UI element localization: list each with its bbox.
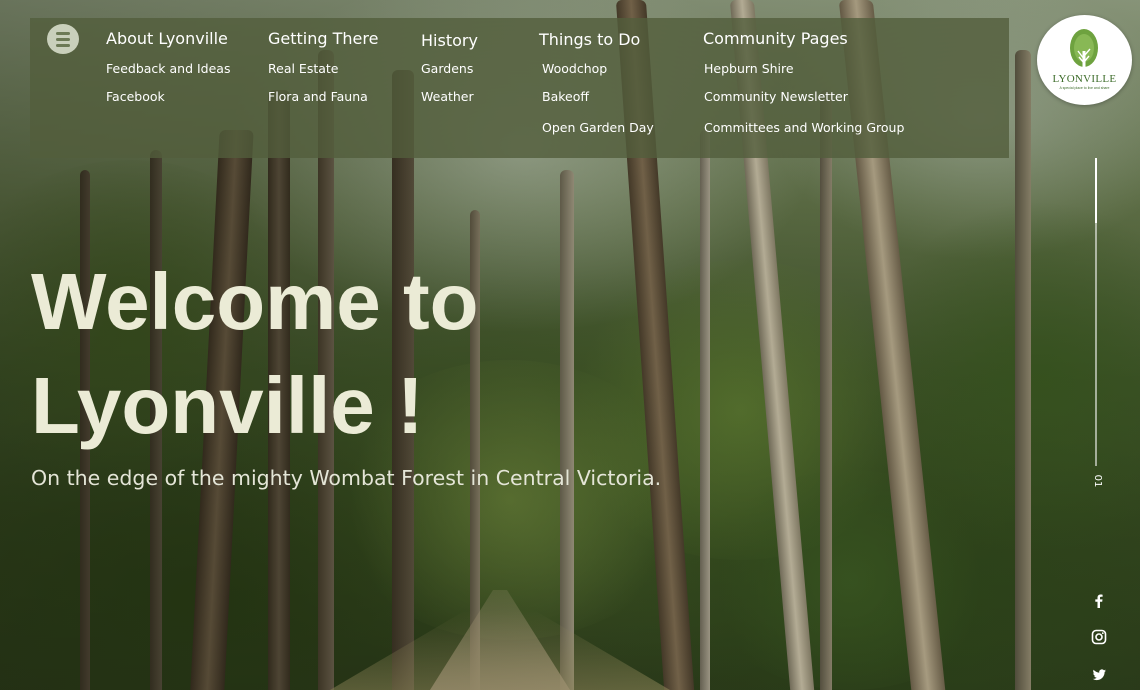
nav-link-bakeoff[interactable]: Bakeoff — [542, 89, 589, 104]
slide-progress-fill — [1095, 158, 1097, 223]
nav-link-committees-and-working-group[interactable]: Committees and Working Group — [704, 120, 904, 135]
nav-link-open-garden-day[interactable]: Open Garden Day — [542, 120, 654, 135]
nav-heading-community-pages[interactable]: Community Pages — [703, 29, 848, 48]
nav-link-real-estate[interactable]: Real Estate — [268, 61, 338, 76]
lyonville-logo[interactable]: LYONVILLE A special place to live and sh… — [1037, 15, 1132, 105]
logo-wordmark: LYONVILLE — [1052, 73, 1117, 85]
nav-heading-getting-there[interactable]: Getting There — [268, 29, 378, 48]
facebook-icon[interactable] — [1089, 591, 1109, 611]
logo-tagline: A special place to live and share — [1059, 86, 1110, 90]
nav-heading-about-lyonville[interactable]: About Lyonville — [106, 29, 228, 48]
hero-title-line-2: Lyonville ! — [31, 361, 424, 450]
nav-link-flora-and-fauna[interactable]: Flora and Fauna — [268, 89, 368, 104]
instagram-icon[interactable] — [1089, 627, 1109, 647]
tree-icon — [1070, 29, 1098, 69]
nav-link-hepburn-shire[interactable]: Hepburn Shire — [704, 61, 794, 76]
main-nav-panel: About Lyonville Feedback and Ideas Faceb… — [30, 18, 1009, 158]
twitter-icon[interactable] — [1089, 665, 1109, 685]
nav-link-gardens[interactable]: Gardens — [421, 61, 473, 76]
nav-link-feedback-and-ideas[interactable]: Feedback and Ideas — [106, 61, 230, 76]
hero-subtitle: On the edge of the mighty Wombat Forest … — [31, 466, 662, 490]
menu-icon[interactable] — [47, 24, 79, 54]
nav-heading-things-to-do[interactable]: Things to Do — [539, 30, 640, 49]
hero-title: Welcome to Lyonville ! — [31, 250, 651, 458]
slide-number: 01 — [1092, 474, 1103, 488]
slide-progress-track[interactable] — [1095, 158, 1097, 466]
nav-link-weather[interactable]: Weather — [421, 89, 474, 104]
nav-heading-history[interactable]: History — [421, 31, 478, 50]
nav-link-community-newsletter[interactable]: Community Newsletter — [704, 89, 848, 104]
hero-title-line-1: Welcome to — [31, 257, 479, 346]
nav-link-facebook[interactable]: Facebook — [106, 89, 165, 104]
nav-link-woodchop[interactable]: Woodchop — [542, 61, 607, 76]
